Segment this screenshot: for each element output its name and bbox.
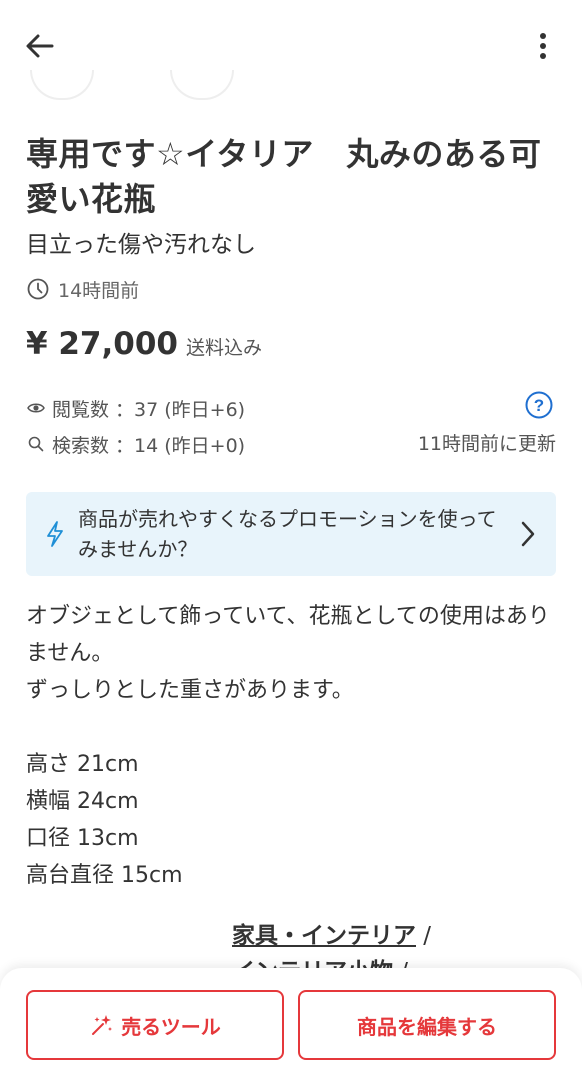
lightning-icon <box>47 521 63 547</box>
svg-text:?: ? <box>534 396 544 415</box>
search-count: 検索数 ：14 (昨日+0) <box>52 434 246 457</box>
chevron-right-icon <box>521 521 535 547</box>
promotion-text: 商品が売れやすくなるプロモーションを使ってみませんか？ <box>78 507 497 561</box>
description-line: 高さ 21cm <box>26 752 139 777</box>
image-thumbnail-partial[interactable] <box>30 70 94 100</box>
description-line: ずっしりとした重さがあります。 <box>26 678 354 703</box>
description-line: 横幅 24cm <box>26 789 139 814</box>
updated-time: 11時間前に更新 <box>417 433 556 455</box>
description-line <box>26 709 556 746</box>
sparkle-wand-icon <box>92 1015 113 1035</box>
clock-icon <box>27 278 49 300</box>
top-app-bar <box>0 0 582 100</box>
sell-tool-label: 売るツール <box>121 1014 221 1039</box>
views-count: 閲覧数 ：37 (昨日+6) <box>52 398 246 421</box>
edit-item-button[interactable]: 商品を編集する <box>298 990 556 1060</box>
item-description: オブジェとして飾っていて、花瓶としての使用はありません。 ずっしりとした重さがあ… <box>26 598 556 894</box>
description-line: オブジェとして飾っていて、花瓶としての使用はありません。 <box>26 604 550 666</box>
search-icon <box>28 436 44 452</box>
more-vertical-icon[interactable] <box>528 28 558 64</box>
views-row: 閲覧数 ：37 (昨日+6) <box>26 390 558 426</box>
description-line: 高台直径 15cm <box>26 863 183 888</box>
eye-icon <box>27 403 45 413</box>
category-link-furniture[interactable]: 家具・インテリア <box>232 923 416 949</box>
posted-time: 14時間前 <box>26 274 139 304</box>
category-separator: / <box>416 923 432 949</box>
price: ¥ 27,000 <box>26 326 178 362</box>
item-stats: 閲覧数 ：37 (昨日+6) 検索数 ：14 (昨日+0) ? 11時間前に更新 <box>26 390 558 462</box>
posted-time-text: 14時間前 <box>58 279 140 302</box>
promotion-banner[interactable]: 商品が売れやすくなるプロモーションを使ってみませんか？ <box>26 492 556 576</box>
edit-item-label: 商品を編集する <box>357 1014 497 1039</box>
item-title: 専用です☆イタリア 丸みのある可愛い花瓶 <box>26 135 542 218</box>
item-condition: 目立った傷や汚れなし <box>26 232 256 258</box>
bottom-action-bar: 売るツール 商品を編集する <box>0 968 582 1080</box>
help-circle-icon[interactable]: ? <box>524 390 554 420</box>
shipping-included-note: 送料込み <box>186 337 263 359</box>
back-arrow-icon[interactable] <box>22 28 58 64</box>
sell-tool-button[interactable]: 売るツール <box>26 990 284 1060</box>
description-line: 口径 13cm <box>26 826 139 851</box>
image-thumbnail-partial[interactable] <box>170 70 234 100</box>
price-row: ¥ 27,000 送料込み <box>26 326 262 362</box>
